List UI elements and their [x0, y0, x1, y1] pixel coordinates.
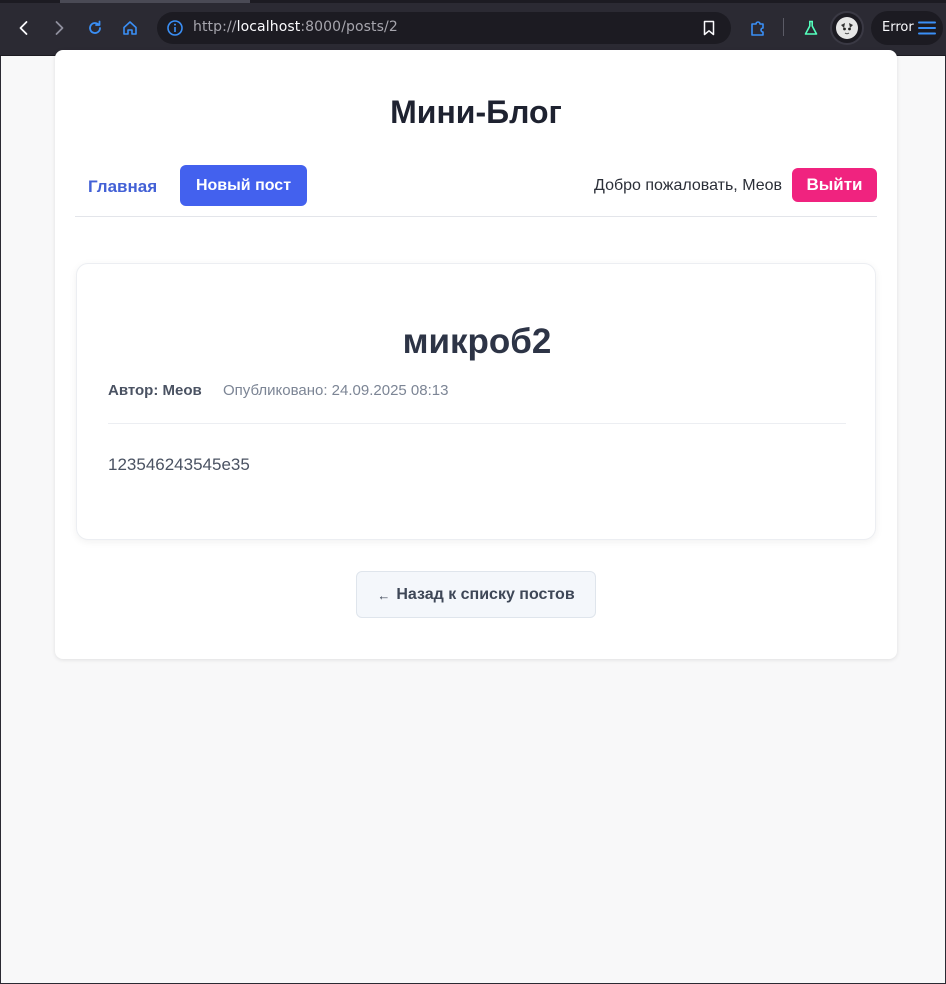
logout-button[interactable]: Выйти [792, 168, 877, 202]
home-icon [123, 21, 137, 35]
extensions-button[interactable] [744, 14, 772, 42]
bookmark-icon[interactable] [699, 18, 719, 38]
post-date: Опубликовано: 24.09.2025 08:13 [223, 382, 449, 399]
page-viewport: Мини-Блог Главная Новый пост Добро пожал… [0, 50, 946, 984]
back-to-posts-label: Назад к списку постов [396, 585, 575, 603]
labs-button[interactable] [797, 14, 825, 42]
back-arrow-icon: ← [377, 588, 391, 603]
reload-button[interactable] [81, 14, 109, 42]
toolbar-separator [783, 18, 784, 36]
address-bar[interactable]: http://localhost:8000/posts/2 [157, 12, 731, 44]
menu-icon [918, 21, 936, 35]
post-body: 123546243545e35 [108, 455, 250, 474]
back-to-posts-button[interactable]: ← Назад к списку постов [356, 571, 596, 618]
profile-avatar[interactable] [830, 11, 864, 45]
reload-icon [89, 20, 101, 34]
error-menu-button[interactable]: Error [871, 11, 943, 45]
home-button[interactable] [116, 14, 144, 42]
active-tab-indicator [60, 0, 250, 3]
nav-home-link[interactable]: Главная [88, 177, 157, 197]
labs-flask-icon [804, 20, 818, 35]
error-label: Error [882, 20, 914, 35]
site-title: Мини-Блог [390, 94, 562, 130]
main-container: Мини-Блог Главная Новый пост Добро пожал… [55, 50, 897, 659]
forward-button[interactable] [45, 14, 73, 42]
main-nav: Главная Новый пост Добро пожаловать, Мео… [75, 165, 877, 217]
browser-toolbar: http://localhost:8000/posts/2 Error [0, 0, 946, 56]
back-icon [19, 21, 28, 35]
welcome-text: Добро пожаловать, Меов [594, 177, 782, 194]
avatar-image [836, 17, 858, 39]
url-path: :8000/posts/2 [300, 19, 398, 35]
extensions-icon [751, 21, 764, 36]
post-title: микроб2 [402, 322, 552, 361]
post-author: Автор: Меов [108, 382, 202, 399]
post-card: микроб2 Автор: Меов Опубликовано: 24.09.… [76, 263, 876, 540]
url-text[interactable]: http://localhost:8000/posts/2 [193, 19, 398, 35]
post-meta: Автор: Меов Опубликовано: 24.09.2025 08:… [108, 382, 846, 424]
new-post-button[interactable]: Новый пост [180, 165, 307, 206]
url-host: localhost [236, 19, 301, 35]
info-icon[interactable] [165, 18, 185, 38]
url-prefix: http:// [193, 19, 237, 35]
forward-icon [55, 21, 64, 35]
back-button[interactable] [10, 14, 38, 42]
